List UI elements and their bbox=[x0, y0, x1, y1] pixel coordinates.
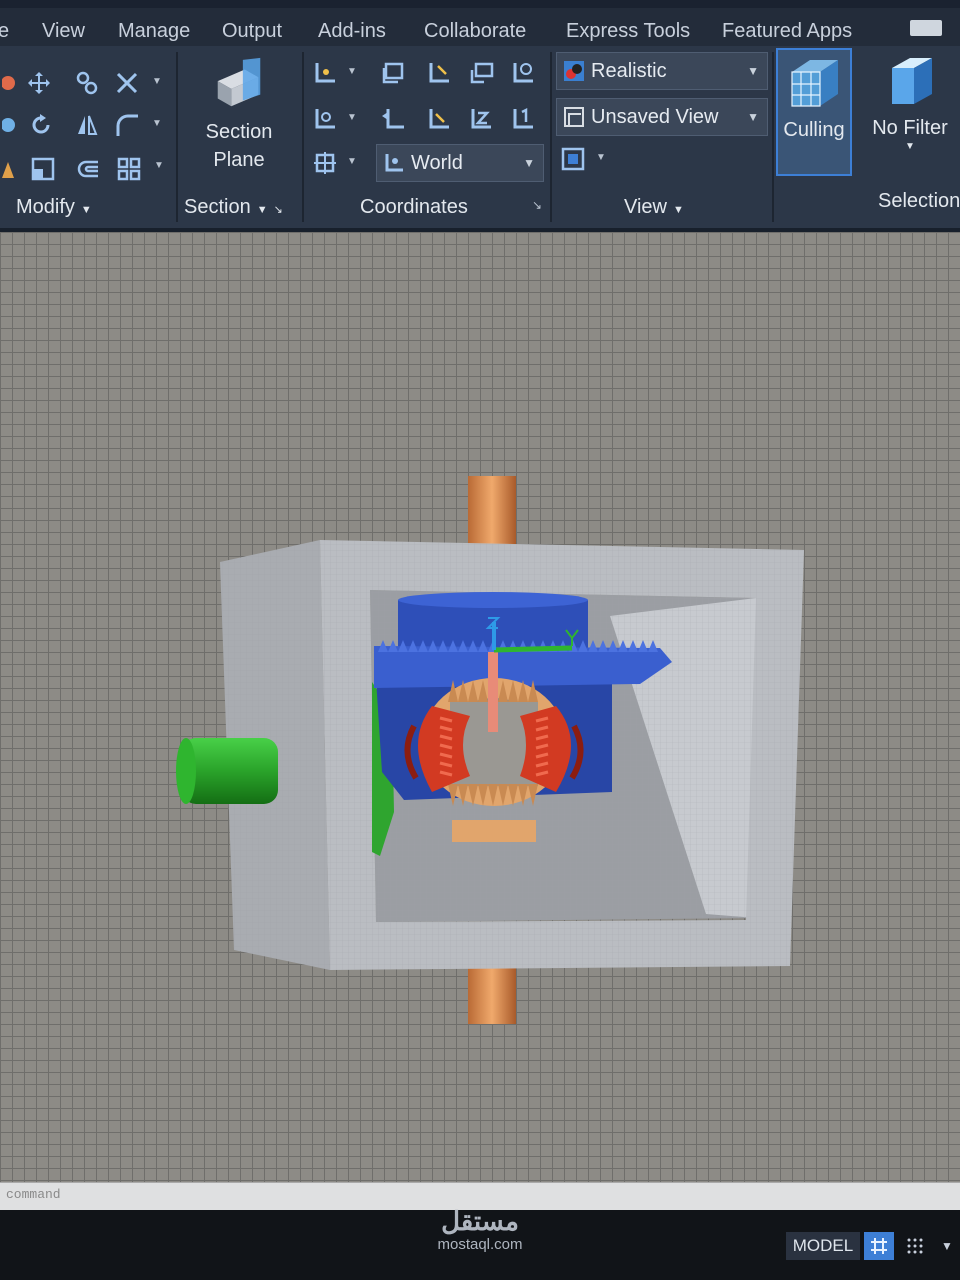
chevron-down-icon: ▼ bbox=[905, 141, 915, 152]
status-menu-chevron-icon[interactable]: ▼ bbox=[932, 1232, 960, 1260]
panel-view[interactable]: View ▼ bbox=[624, 196, 684, 219]
no-filter-button[interactable]: No Filter ▼ bbox=[862, 48, 958, 152]
panel-divider bbox=[550, 52, 552, 222]
model-space-button[interactable]: MODEL bbox=[786, 1232, 860, 1260]
panel-section-label: Section bbox=[184, 196, 251, 218]
panel-modify-label: Modify bbox=[16, 196, 75, 218]
visual-style-value: Realistic bbox=[591, 59, 667, 82]
copy-icon[interactable] bbox=[72, 68, 102, 98]
panel-divider bbox=[302, 52, 304, 222]
panel-divider bbox=[772, 52, 774, 222]
tab-partial[interactable]: e bbox=[0, 20, 9, 43]
partial-tool-icon[interactable] bbox=[0, 110, 30, 140]
section-plane-button[interactable]: Section Plane bbox=[194, 56, 284, 174]
tab-collaborate[interactable]: Collaborate bbox=[424, 20, 526, 43]
command-line-placeholder: command bbox=[6, 1187, 61, 1202]
visual-style-combo[interactable]: Realistic ▼ bbox=[556, 52, 768, 90]
snap-toggle-icon[interactable] bbox=[900, 1232, 930, 1260]
model-viewport[interactable] bbox=[0, 232, 960, 1182]
offset-icon[interactable] bbox=[74, 154, 104, 184]
ucs-face-icon[interactable] bbox=[378, 58, 408, 88]
trim-icon[interactable] bbox=[112, 68, 142, 98]
no-filter-icon bbox=[892, 58, 932, 104]
ucs-y-icon[interactable] bbox=[424, 104, 454, 134]
tab-add-ins[interactable]: Add-ins bbox=[318, 20, 386, 43]
chevron-down-icon: ▼ bbox=[80, 204, 92, 216]
ucs-previous-icon[interactable] bbox=[378, 104, 408, 134]
mirror-icon[interactable] bbox=[72, 110, 102, 140]
chevron-down-icon: ▼ bbox=[256, 204, 268, 216]
named-view-icon bbox=[564, 107, 584, 127]
no-filter-label: No Filter bbox=[872, 117, 948, 139]
array-dropdown-icon[interactable]: ▼ bbox=[154, 160, 164, 171]
named-view-combo[interactable]: Unsaved View ▼ bbox=[556, 98, 768, 136]
upper-axle[interactable] bbox=[468, 476, 516, 546]
grid-toggle-icon[interactable] bbox=[864, 1232, 894, 1260]
panel-selection-label: Selection bbox=[878, 190, 960, 212]
trim-dropdown-icon[interactable]: ▼ bbox=[152, 76, 162, 87]
tab-express-tools[interactable]: Express Tools bbox=[566, 20, 690, 43]
ucs-named-icon[interactable] bbox=[310, 148, 340, 178]
panel-divider bbox=[176, 52, 178, 222]
tab-featured-apps[interactable]: Featured Apps bbox=[722, 20, 852, 43]
culling-icon bbox=[791, 60, 838, 107]
panel-section[interactable]: Section ▼ ↘ bbox=[184, 196, 283, 219]
chevron-down-icon: ▼ bbox=[673, 204, 684, 216]
ucs-named-dropdown-icon[interactable]: ▼ bbox=[347, 156, 357, 167]
ucs-z-icon[interactable] bbox=[466, 104, 496, 134]
title-bar bbox=[0, 0, 960, 8]
rotate-icon[interactable] bbox=[26, 110, 56, 140]
ucs-3point-icon[interactable] bbox=[508, 58, 538, 88]
input-pinion-shaft[interactable] bbox=[182, 738, 278, 804]
ucs-world-icon bbox=[385, 154, 403, 172]
chevron-down-icon: ▼ bbox=[747, 64, 759, 78]
panel-modify[interactable]: Modify ▼ bbox=[16, 196, 92, 219]
section-plane-label-2: Plane bbox=[213, 149, 265, 171]
scale-icon[interactable] bbox=[28, 154, 58, 184]
ucs-combo[interactable]: World ▼ bbox=[376, 144, 544, 182]
named-view-value: Unsaved View bbox=[591, 105, 719, 128]
realistic-style-icon bbox=[564, 61, 584, 81]
chevron-down-icon: ▼ bbox=[747, 110, 759, 124]
ribbon-tab-bar: e View Manage Output Add-ins Collaborate… bbox=[0, 8, 960, 48]
dialog-launcher-icon[interactable]: ↘ bbox=[532, 198, 542, 212]
panel-coordinates[interactable]: Coordinates bbox=[360, 196, 468, 219]
fillet-icon[interactable] bbox=[112, 110, 142, 140]
viewport-config-icon[interactable] bbox=[558, 144, 588, 174]
partial-tool-icon[interactable] bbox=[0, 68, 30, 98]
panel-coordinates-label: Coordinates bbox=[360, 196, 468, 218]
ucs-zaxis-icon[interactable] bbox=[508, 104, 538, 134]
culling-button[interactable]: Culling bbox=[776, 48, 852, 176]
fillet-dropdown-icon[interactable]: ▼ bbox=[152, 118, 162, 129]
lower-collar bbox=[452, 820, 536, 842]
dialog-launcher-icon: ↘ bbox=[273, 204, 283, 216]
ucs-view-icon[interactable] bbox=[310, 104, 340, 134]
ucs-view-dropdown-icon[interactable]: ▼ bbox=[347, 112, 357, 123]
ucs-icon[interactable] bbox=[310, 58, 340, 88]
panel-view-label: View bbox=[624, 196, 667, 218]
section-plane-label-1: Section bbox=[205, 121, 273, 143]
viewport-config-dropdown-icon[interactable]: ▼ bbox=[596, 152, 606, 163]
section-plane-icon bbox=[217, 57, 261, 107]
tab-output[interactable]: Output bbox=[222, 20, 282, 43]
ucs-dropdown-icon[interactable]: ▼ bbox=[347, 66, 357, 77]
tab-view[interactable]: View bbox=[42, 20, 85, 43]
ucs-x-icon[interactable] bbox=[424, 58, 454, 88]
differential-model[interactable] bbox=[0, 232, 960, 1182]
ucs-object-icon[interactable] bbox=[466, 58, 496, 88]
tab-manage[interactable]: Manage bbox=[118, 20, 190, 43]
window-control-icon[interactable] bbox=[910, 20, 942, 36]
panel-selection[interactable]: Selection bbox=[878, 190, 960, 213]
array-icon[interactable] bbox=[114, 154, 144, 184]
culling-label: Culling bbox=[783, 119, 845, 141]
partial-tool-icon[interactable] bbox=[0, 154, 30, 184]
chevron-down-icon: ▼ bbox=[523, 156, 535, 170]
cross-pin bbox=[488, 652, 498, 732]
ucs-combo-value: World bbox=[411, 151, 463, 174]
